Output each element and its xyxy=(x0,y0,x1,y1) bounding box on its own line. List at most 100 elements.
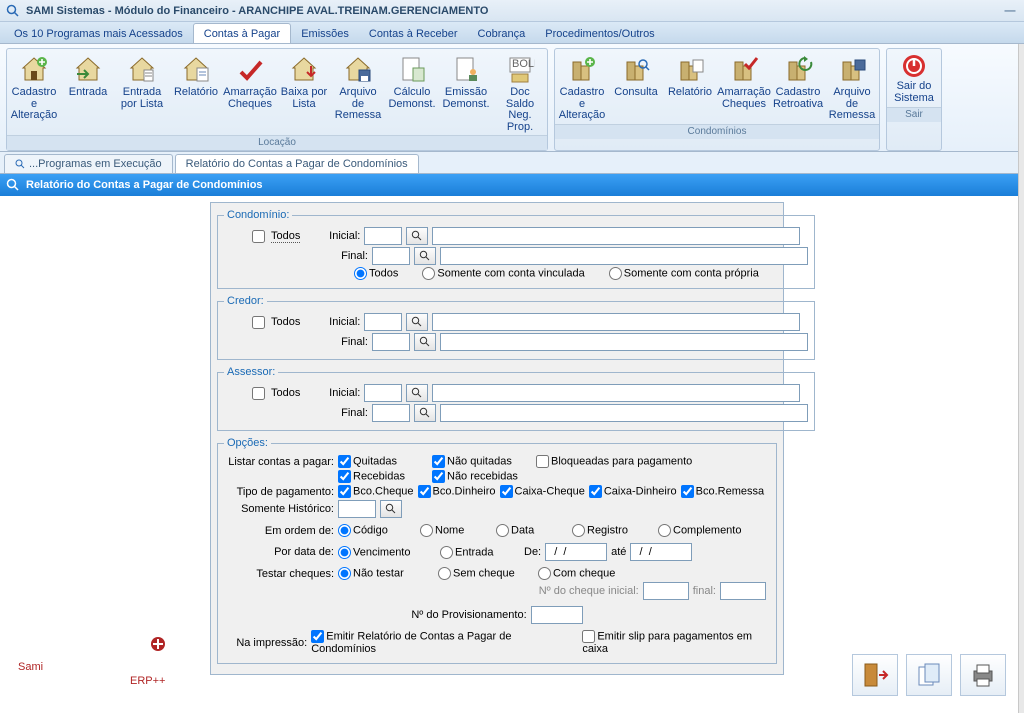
chk-bloqueadas[interactable]: Bloqueadas para pagamento xyxy=(536,455,692,468)
rbtn-relatorio-cond[interactable]: Relatório xyxy=(663,49,717,124)
doc-person-icon xyxy=(450,53,482,85)
rbtn-sair[interactable]: Sair do Sistema xyxy=(887,49,941,107)
chk-caixa-dinheiro[interactable]: Caixa-Dinheiro xyxy=(589,485,677,498)
action-buttons xyxy=(852,654,1006,696)
ate-date-input[interactable] xyxy=(630,543,692,561)
rbtn-amarracao-loc[interactable]: Amarração Cheques xyxy=(223,49,277,135)
building-report-icon xyxy=(674,53,706,85)
house-list-in-icon xyxy=(126,53,158,85)
rad-vencimento[interactable]: Vencimento xyxy=(338,546,436,559)
rbtn-cadastro-alteracao-cond[interactable]: Cadastro e Alteração xyxy=(555,49,609,124)
exit-button[interactable] xyxy=(852,654,898,696)
ass-inicial-lookup[interactable] xyxy=(406,384,428,402)
cred-final-name[interactable] xyxy=(440,333,808,351)
rbtn-consulta-cond[interactable]: Consulta xyxy=(609,49,663,124)
rbtn-doc-saldo[interactable]: BOLETODoc Saldo Neg. Prop. xyxy=(493,49,547,135)
cond-final-name[interactable] xyxy=(440,247,808,265)
chk-caixa-cheque[interactable]: Caixa-Cheque xyxy=(500,485,585,498)
rbtn-retroativa-cond[interactable]: Cadastro Retroativa xyxy=(771,49,825,124)
print-button[interactable] xyxy=(960,654,1006,696)
rad-com-cheque[interactable]: Com cheque xyxy=(538,567,615,580)
scrollbar[interactable] xyxy=(1018,44,1024,713)
ass-final-name[interactable] xyxy=(440,404,808,422)
rbtn-amarracao-cond[interactable]: Amarração Cheques xyxy=(717,49,771,124)
rbtn-cadastro-alteracao-loc[interactable]: Cadastro e Alteração xyxy=(7,49,61,135)
svg-text:Sami: Sami xyxy=(18,661,43,673)
cond-radio-vinculada[interactable]: Somente com conta vinculada xyxy=(422,267,584,280)
menu-item-0[interactable]: Os 10 Programas mais Acessados xyxy=(4,24,193,43)
rbtn-remessa-cond[interactable]: Arquivo de Remessa xyxy=(825,49,879,124)
svg-text:BOLETO: BOLETO xyxy=(512,58,535,70)
ass-inicial-input[interactable] xyxy=(364,384,402,402)
cond-final-lookup[interactable] xyxy=(414,247,436,265)
rad-nao-testar[interactable]: Não testar xyxy=(338,567,434,580)
house-disk-icon xyxy=(342,53,374,85)
power-icon xyxy=(901,53,927,79)
subtab-relatorio[interactable]: Relatório do Contas a Pagar de Condomíni… xyxy=(175,154,419,173)
chk-emitir-relatorio[interactable]: Emitir Relatório de Contas a Pagar de Co… xyxy=(311,630,565,655)
cond-inicial-lookup[interactable] xyxy=(406,227,428,245)
cred-inicial-name[interactable] xyxy=(432,313,800,331)
ass-inicial-name[interactable] xyxy=(432,384,800,402)
cond-final-input[interactable] xyxy=(372,247,410,265)
building-check-icon xyxy=(728,53,760,85)
rad-entrada[interactable]: Entrada xyxy=(440,546,520,559)
ribbon-group-condominios: Cadastro e Alteração Consulta Relatório … xyxy=(554,48,880,151)
doc-bank-icon: BOLETO xyxy=(504,53,536,85)
cond-inicial-name[interactable] xyxy=(432,227,800,245)
rbtn-relatorio-loc[interactable]: Relatório xyxy=(169,49,223,135)
rad-registro[interactable]: Registro xyxy=(572,524,654,537)
rad-complemento[interactable]: Complemento xyxy=(658,524,741,537)
fieldset-opcoes: Opções: Listar contas a pagar: Quitadas … xyxy=(217,437,777,664)
chk-nao-recebidas[interactable]: Não recebidas xyxy=(432,470,518,483)
chk-cond-todos[interactable] xyxy=(252,230,265,243)
rbtn-entrada[interactable]: Entrada xyxy=(61,49,115,135)
de-date-input[interactable] xyxy=(545,543,607,561)
hist-lookup[interactable] xyxy=(380,500,402,518)
chk-bco-remessa[interactable]: Bco.Remessa xyxy=(681,485,764,498)
rad-nome[interactable]: Nome xyxy=(420,524,492,537)
chk-nao-quitadas[interactable]: Não quitadas xyxy=(432,455,532,468)
cond-inicial-input[interactable] xyxy=(364,227,402,245)
rbtn-remessa-loc[interactable]: Arquivo de Remessa xyxy=(331,49,385,135)
ass-final-input[interactable] xyxy=(372,404,410,422)
cred-final-input[interactable] xyxy=(372,333,410,351)
ass-final-lookup[interactable] xyxy=(414,404,436,422)
menu-item-3[interactable]: Contas à Receber xyxy=(359,24,468,43)
rbtn-entrada-lista[interactable]: Entrada por Lista xyxy=(115,49,169,135)
chk-recebidas[interactable]: Recebidas xyxy=(338,470,428,483)
chk-emitir-slip[interactable]: Emitir slip para pagamentos em caixa xyxy=(582,630,770,655)
chk-cred-todos[interactable] xyxy=(252,316,265,329)
preview-button[interactable] xyxy=(906,654,952,696)
cond-radio-todos[interactable]: Todos xyxy=(354,267,398,280)
chk-ass-todos[interactable] xyxy=(252,387,265,400)
printer-icon xyxy=(969,661,997,689)
rbtn-baixa-lista[interactable]: Baixa por Lista xyxy=(277,49,331,135)
rad-data[interactable]: Data xyxy=(496,524,568,537)
cond-radio-propria[interactable]: Somente com conta própria xyxy=(609,267,759,280)
menu-item-5[interactable]: Procedimentos/Outros xyxy=(535,24,664,43)
page-title: Relatório do Contas a Pagar de Condomíni… xyxy=(26,179,263,191)
hist-input[interactable] xyxy=(338,500,376,518)
doc-calc-icon xyxy=(396,53,428,85)
menu-item-4[interactable]: Cobrança xyxy=(468,24,536,43)
prov-input[interactable] xyxy=(531,606,583,624)
house-report-icon xyxy=(180,53,212,85)
menu-item-1[interactable]: Contas à Pagar xyxy=(193,23,291,43)
chk-bco-cheque[interactable]: Bco.Cheque xyxy=(338,485,414,498)
cred-inicial-input[interactable] xyxy=(364,313,402,331)
page-header: Relatório do Contas a Pagar de Condomíni… xyxy=(0,174,1024,196)
cred-inicial-lookup[interactable] xyxy=(406,313,428,331)
subtab-programas[interactable]: ...Programas em Execução xyxy=(4,154,173,173)
chk-quitadas[interactable]: Quitadas xyxy=(338,455,428,468)
docs-icon xyxy=(915,661,943,689)
rbtn-emissao-demonst[interactable]: Emissão Demonst. xyxy=(439,49,493,135)
minimize-button[interactable]: — xyxy=(1002,5,1018,17)
chk-bco-dinheiro[interactable]: Bco.Dinheiro xyxy=(418,485,496,498)
rbtn-calculo-demonst[interactable]: Cálculo Demonst. xyxy=(385,49,439,135)
rad-codigo[interactable]: Código xyxy=(338,524,416,537)
house-plus-icon xyxy=(18,53,50,85)
menu-item-2[interactable]: Emissões xyxy=(291,24,359,43)
cred-final-lookup[interactable] xyxy=(414,333,436,351)
rad-sem-cheque[interactable]: Sem cheque xyxy=(438,567,534,580)
